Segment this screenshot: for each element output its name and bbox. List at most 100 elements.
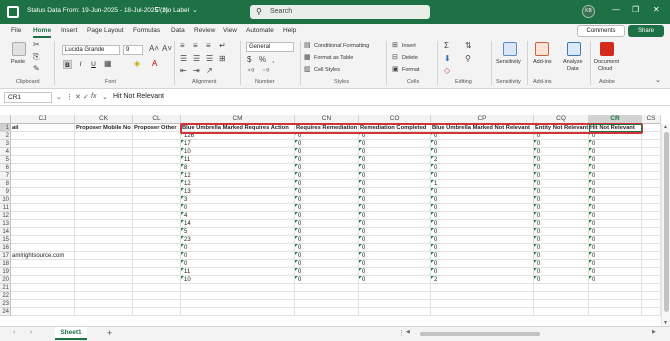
- table-cell[interactable]: 1: [431, 180, 534, 188]
- table-cell[interactable]: [75, 220, 133, 228]
- table-cell[interactable]: 8: [181, 164, 295, 172]
- copy-icon[interactable]: ⎘: [33, 52, 39, 62]
- fill-color-icon[interactable]: ◈: [134, 59, 140, 68]
- align-top-icon[interactable]: ≡: [180, 41, 185, 50]
- table-cell[interactable]: [133, 252, 181, 260]
- row-header[interactable]: 16: [0, 244, 11, 252]
- table-cell[interactable]: [589, 300, 642, 308]
- table-cell[interactable]: [133, 212, 181, 220]
- row-header[interactable]: 15: [0, 236, 11, 244]
- table-cell[interactable]: [589, 284, 642, 292]
- table-cell[interactable]: [133, 244, 181, 252]
- table-cell[interactable]: [589, 292, 642, 300]
- table-cell[interactable]: [359, 284, 431, 292]
- table-cell[interactable]: [133, 172, 181, 180]
- table-cell[interactable]: [11, 300, 75, 308]
- table-cell[interactable]: [642, 172, 661, 180]
- table-cell[interactable]: [534, 300, 589, 308]
- find-select-icon[interactable]: ⚲: [465, 54, 471, 63]
- formula-chevron-icon[interactable]: ⌄: [102, 93, 108, 101]
- sensitivity-label-text[interactable]: No Label: [163, 7, 189, 14]
- decrease-font-icon[interactable]: A˅: [162, 44, 172, 53]
- table-cell[interactable]: [133, 276, 181, 284]
- table-cell[interactable]: 0: [359, 188, 431, 196]
- table-cell[interactable]: 14: [181, 220, 295, 228]
- table-cell[interactable]: [11, 196, 75, 204]
- table-cell[interactable]: 0: [589, 156, 642, 164]
- add-ins-button[interactable]: Add-ins: [533, 59, 552, 65]
- table-cell[interactable]: [431, 284, 534, 292]
- minimize-button[interactable]: —: [612, 5, 620, 14]
- table-cell[interactable]: 0: [295, 236, 359, 244]
- table-cell[interactable]: [75, 132, 133, 140]
- insert-function-icon[interactable]: fx: [91, 93, 96, 100]
- enter-icon[interactable]: ✓: [83, 93, 89, 101]
- column-header-cr[interactable]: CR: [589, 115, 642, 124]
- tab-view[interactable]: View: [223, 27, 237, 34]
- delete-cells-button[interactable]: Delete: [402, 55, 418, 61]
- row-header[interactable]: 22: [0, 292, 11, 300]
- table-cell[interactable]: 5: [181, 228, 295, 236]
- table-cell[interactable]: 12: [181, 172, 295, 180]
- header-cell[interactable]: ail: [11, 124, 75, 132]
- table-cell[interactable]: [431, 308, 534, 316]
- row-header[interactable]: 4: [0, 148, 11, 156]
- insert-cells-button[interactable]: Insert: [402, 43, 416, 49]
- table-cell[interactable]: 0: [359, 236, 431, 244]
- table-cell[interactable]: 2: [431, 156, 534, 164]
- column-header-cm[interactable]: CM: [181, 115, 295, 124]
- next-sheet-icon[interactable]: ›: [30, 329, 32, 336]
- table-cell[interactable]: 0: [534, 156, 589, 164]
- table-cell[interactable]: [75, 252, 133, 260]
- table-cell[interactable]: 0: [534, 252, 589, 260]
- table-cell[interactable]: [11, 132, 75, 140]
- table-cell[interactable]: 0: [431, 236, 534, 244]
- header-cell[interactable]: Proposer Other: [133, 124, 181, 132]
- table-cell[interactable]: 0: [295, 188, 359, 196]
- table-cell[interactable]: [642, 180, 661, 188]
- table-cell[interactable]: [75, 180, 133, 188]
- table-cell[interactable]: 0: [295, 260, 359, 268]
- table-cell[interactable]: [133, 236, 181, 244]
- table-cell[interactable]: 23: [181, 236, 295, 244]
- table-cell[interactable]: 0: [181, 252, 295, 260]
- table-cell[interactable]: 0: [589, 244, 642, 252]
- table-cell[interactable]: [11, 156, 75, 164]
- table-cell[interactable]: 0: [431, 260, 534, 268]
- table-cell[interactable]: 0: [295, 196, 359, 204]
- table-cell[interactable]: 0: [359, 172, 431, 180]
- horizontal-scroll-thumb[interactable]: [420, 332, 540, 336]
- table-cell[interactable]: 0: [534, 212, 589, 220]
- table-cell[interactable]: 0: [589, 236, 642, 244]
- table-cell[interactable]: 0: [431, 148, 534, 156]
- table-cell[interactable]: 12: [181, 180, 295, 188]
- table-cell[interactable]: [75, 156, 133, 164]
- column-header-cq[interactable]: CQ: [534, 115, 589, 124]
- scroll-left-icon[interactable]: ◀: [406, 329, 410, 335]
- cancel-icon[interactable]: ✕: [75, 93, 81, 101]
- table-cell[interactable]: [642, 164, 661, 172]
- conditional-formatting-icon[interactable]: ▤: [304, 41, 311, 49]
- table-cell[interactable]: 0: [295, 276, 359, 284]
- table-cell[interactable]: 4: [181, 212, 295, 220]
- table-cell[interactable]: 0: [295, 140, 359, 148]
- table-cell[interactable]: [295, 284, 359, 292]
- table-cell[interactable]: [642, 220, 661, 228]
- table-cell[interactable]: [181, 292, 295, 300]
- table-cell[interactable]: [642, 196, 661, 204]
- table-cell[interactable]: [11, 172, 75, 180]
- table-cell[interactable]: 0: [295, 220, 359, 228]
- format-cells-icon[interactable]: ▣: [392, 65, 399, 73]
- number-format-box[interactable]: General: [246, 42, 294, 52]
- align-center-icon[interactable]: ☰: [193, 54, 200, 63]
- table-cell[interactable]: [534, 308, 589, 316]
- table-cell[interactable]: [11, 204, 75, 212]
- table-cell[interactable]: [133, 220, 181, 228]
- table-cell[interactable]: [133, 156, 181, 164]
- table-cell[interactable]: 0: [431, 172, 534, 180]
- font-name-box[interactable]: Lucida Grande: [62, 45, 120, 55]
- table-cell[interactable]: [133, 308, 181, 316]
- table-cell[interactable]: 0: [534, 268, 589, 276]
- table-cell[interactable]: [75, 140, 133, 148]
- table-cell[interactable]: [642, 228, 661, 236]
